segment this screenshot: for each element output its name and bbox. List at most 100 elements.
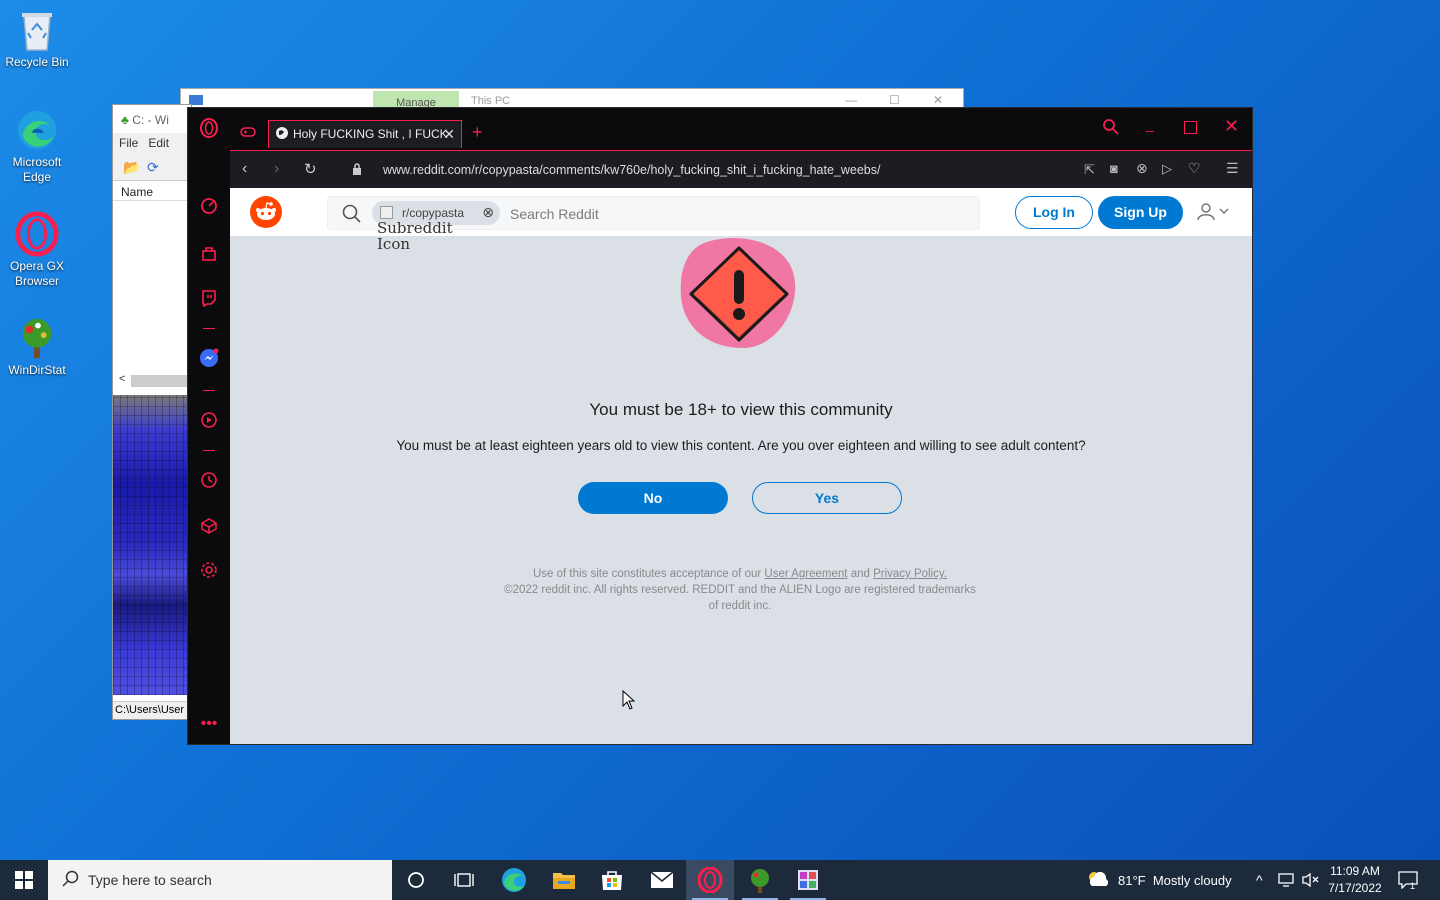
column-header-name[interactable]: Name bbox=[113, 181, 191, 201]
player-icon[interactable] bbox=[199, 410, 219, 430]
send-icon[interactable]: ▷ bbox=[1162, 161, 1172, 177]
copyright-text: ©2022 reddit inc. All rights reserved. R… bbox=[504, 584, 976, 612]
weather-temperature: 81°F bbox=[1118, 872, 1146, 888]
status-path: C:\Users\User bbox=[113, 701, 191, 719]
browser-tab[interactable]: Holy FUCKING Shit , I FUCK ✕ bbox=[268, 120, 462, 148]
maximize-icon[interactable]: ☐ bbox=[889, 93, 900, 107]
desktop-icon-label: Recycle Bin bbox=[5, 55, 69, 69]
taskbar-search[interactable]: Type here to search bbox=[48, 860, 392, 900]
tab-close-icon[interactable]: ✕ bbox=[443, 126, 455, 143]
footer-and: and bbox=[850, 568, 870, 580]
messenger-icon[interactable] bbox=[199, 348, 219, 368]
weather-widget[interactable]: 81°F Mostly cloudy bbox=[1086, 860, 1232, 900]
opera-menu-icon[interactable] bbox=[199, 118, 219, 138]
minimize-icon[interactable]: _ bbox=[1146, 116, 1154, 132]
volume-muted-icon[interactable] bbox=[1302, 860, 1320, 900]
system-clock[interactable]: 11:09 AM 7/17/2022 bbox=[1320, 863, 1390, 897]
back-icon[interactable]: ‹ bbox=[242, 160, 247, 178]
speedometer-icon[interactable] bbox=[199, 196, 219, 216]
tab-bar: Holy FUCKING Shit , I FUCK ✕ + _ ✕ bbox=[230, 108, 1252, 154]
show-hidden-icons-icon[interactable]: ^ bbox=[1256, 860, 1263, 900]
browser-sidebar: ••• bbox=[188, 108, 230, 744]
menu-bar: File Edit bbox=[113, 133, 191, 153]
desktop-icon-opera-gx[interactable]: Opera GX Browser bbox=[4, 211, 70, 289]
clock-date: 7/17/2022 bbox=[1328, 881, 1382, 895]
mouse-cursor-icon bbox=[622, 689, 636, 713]
desktop-icon-label: Microsoft Edge bbox=[12, 155, 62, 184]
forward-icon[interactable]: › bbox=[274, 160, 279, 178]
lock-icon[interactable] bbox=[352, 163, 362, 179]
desktop-icon-recycle-bin[interactable]: Recycle Bin bbox=[4, 8, 70, 70]
chip-clear-icon[interactable]: ⊗ bbox=[482, 204, 494, 221]
desktop-icon-edge[interactable]: Microsoft Edge bbox=[4, 108, 70, 185]
windirstat-small-icon: ♣ bbox=[121, 113, 129, 127]
share-icon[interactable]: ⇱ bbox=[1084, 162, 1095, 178]
history-icon[interactable] bbox=[199, 470, 219, 490]
twitch-icon[interactable] bbox=[199, 288, 219, 308]
refresh-icon[interactable]: ⟳ bbox=[147, 159, 159, 176]
open-icon[interactable]: 📂 bbox=[123, 159, 140, 176]
sidebar-separator bbox=[203, 450, 215, 451]
menu-edit[interactable]: Edit bbox=[148, 136, 169, 150]
no-button[interactable]: No bbox=[578, 482, 728, 514]
notification-center-icon[interactable]: 1 bbox=[1398, 860, 1423, 900]
maximize-icon[interactable] bbox=[1184, 121, 1197, 134]
extensions-icon[interactable] bbox=[199, 516, 219, 536]
desktop-icon-windirstat[interactable]: WinDirStat bbox=[4, 316, 70, 378]
minimize-icon[interactable]: — bbox=[845, 93, 857, 107]
login-button[interactable]: Log In bbox=[1015, 196, 1093, 229]
notification-count: 1 bbox=[1410, 881, 1416, 891]
opera-gx-icon bbox=[15, 211, 59, 257]
user-menu-icon[interactable] bbox=[1196, 202, 1230, 225]
cloudy-weather-icon bbox=[1086, 870, 1110, 891]
more-icon[interactable]: ••• bbox=[199, 714, 219, 734]
windows-icon bbox=[15, 871, 33, 889]
windirstat-window[interactable]: ♣ C: - Wi File Edit 📂 ⟳ Name < C:\Users\… bbox=[112, 104, 192, 720]
user-agreement-link[interactable]: User Agreement bbox=[764, 568, 847, 580]
close-icon[interactable]: ✕ bbox=[1224, 116, 1239, 137]
age-gate-heading: You must be 18+ to view this community bbox=[589, 400, 893, 419]
treemap[interactable] bbox=[113, 395, 191, 695]
yes-button[interactable]: Yes bbox=[752, 482, 902, 514]
windirstat-taskbar-icon[interactable] bbox=[736, 860, 784, 900]
mail-icon[interactable] bbox=[638, 860, 686, 900]
url-field[interactable]: www.reddit.com/r/copypasta/comments/kw76… bbox=[383, 163, 881, 177]
edge-taskbar-icon[interactable] bbox=[490, 860, 538, 900]
horizontal-scrollbar[interactable] bbox=[131, 375, 191, 387]
subreddit-icon-alt: Subreddit Icon bbox=[377, 219, 453, 253]
signup-button[interactable]: Sign Up bbox=[1098, 196, 1183, 229]
network-icon[interactable] bbox=[1278, 860, 1296, 900]
heart-icon[interactable]: ♡ bbox=[1188, 160, 1201, 177]
search-tabs-icon[interactable] bbox=[1102, 118, 1120, 139]
cortana-icon[interactable] bbox=[392, 860, 440, 900]
store-icon[interactable] bbox=[588, 860, 636, 900]
adblock-icon[interactable]: ⊗ bbox=[1136, 160, 1148, 177]
new-tab-icon[interactable]: + bbox=[472, 122, 483, 143]
taskbar-search-placeholder: Type here to search bbox=[88, 872, 212, 888]
reddit-logo-icon[interactable] bbox=[250, 196, 282, 231]
weather-description: Mostly cloudy bbox=[1152, 872, 1232, 888]
task-view-icon[interactable] bbox=[440, 860, 488, 900]
footer-text: Use of this site constitutes acceptance … bbox=[532, 568, 762, 580]
file-explorer-icon[interactable] bbox=[540, 860, 588, 900]
gx-corner-icon[interactable] bbox=[199, 244, 219, 264]
privacy-policy-link[interactable]: Privacy Policy. bbox=[873, 568, 947, 580]
scroll-left-icon[interactable]: < bbox=[119, 373, 125, 385]
toolbar: 📂 ⟳ bbox=[113, 153, 191, 181]
window-title: This PC bbox=[471, 95, 511, 107]
easy-setup-icon[interactable]: ☰ bbox=[1226, 160, 1239, 177]
close-icon[interactable]: ✕ bbox=[933, 93, 943, 107]
subreddit-image-icon bbox=[380, 206, 393, 219]
search-input[interactable]: Search Reddit bbox=[510, 206, 599, 222]
search-icon bbox=[62, 870, 80, 891]
opera-gx-taskbar-icon[interactable] bbox=[686, 860, 734, 900]
gamepad-icon[interactable] bbox=[240, 126, 256, 141]
start-button[interactable] bbox=[0, 860, 48, 900]
edge-icon bbox=[15, 108, 59, 152]
camera-icon[interactable]: ◙ bbox=[1110, 161, 1118, 176]
reddit-page: r/copypasta ⊗ Search Reddit Log In Sign … bbox=[230, 188, 1252, 744]
app-taskbar-icon[interactable] bbox=[784, 860, 832, 900]
settings-icon[interactable] bbox=[199, 560, 219, 580]
menu-file[interactable]: File bbox=[119, 136, 138, 150]
reload-icon[interactable]: ↻ bbox=[304, 160, 317, 178]
